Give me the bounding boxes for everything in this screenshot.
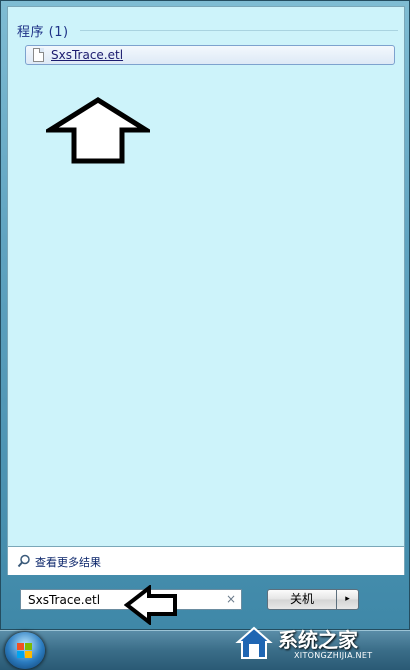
search-results-panel: 程序 (1) SxsTrace.etl (7, 6, 405, 547)
house-logo-icon (235, 626, 273, 659)
programs-section-header: 程序 (1) (17, 25, 69, 40)
result-item-sxstrace[interactable]: SxsTrace.etl (25, 45, 395, 65)
result-item-label: SxsTrace.etl (51, 48, 124, 62)
start-button[interactable] (5, 632, 45, 669)
search-icon (17, 554, 30, 568)
windows-logo-icon (17, 643, 32, 658)
see-more-results-link[interactable]: 查看更多结果 (7, 547, 405, 575)
watermark-logo: 系统之家 XITONGZHIJIA.NET (232, 620, 408, 666)
section-divider (80, 30, 398, 31)
shutdown-group: 关机 ▸ (267, 589, 359, 610)
left-arrow-annotation-icon (124, 585, 177, 625)
shutdown-button[interactable]: 关机 (267, 589, 337, 610)
watermark-title: 系统之家 (278, 628, 358, 652)
up-arrow-annotation-icon (46, 97, 150, 164)
see-more-results-label: 查看更多结果 (35, 556, 101, 569)
watermark-subtitle: XITONGZHIJIA.NET (294, 651, 373, 660)
start-menu-window: 程序 (1) SxsTrace.etl 查看更多结果 SxsTrace.etl … (0, 0, 410, 630)
search-input-value: SxsTrace.etl (28, 593, 101, 607)
file-icon (33, 48, 44, 62)
shutdown-options-button[interactable]: ▸ (337, 589, 359, 610)
clear-icon[interactable]: × (226, 592, 236, 606)
